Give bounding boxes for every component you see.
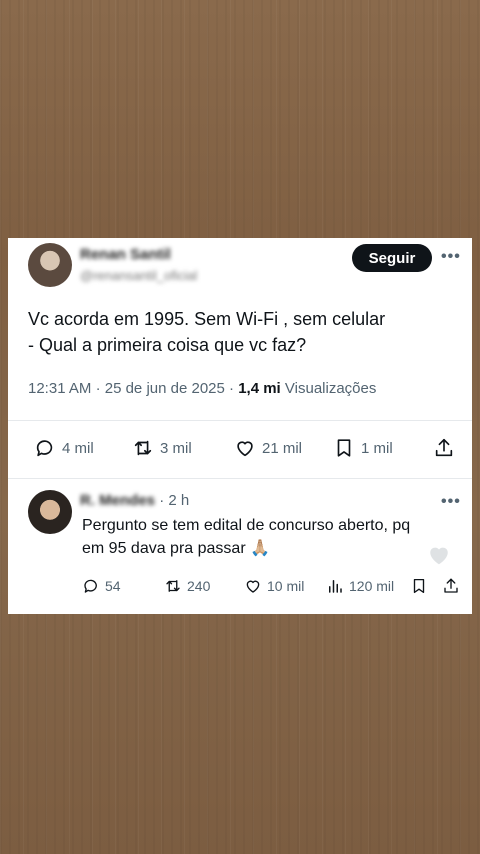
tweet-text-line-1: Vc acorda em 1995. Sem Wi-Fi , sem celul… [28,309,386,329]
divider [8,420,472,421]
repost-icon [134,440,152,456]
reply-text-line-1: Pergunto se tem edital de concurso abert… [82,517,411,534]
author-avatar[interactable] [28,243,72,287]
tweet-text-line-2: - Qual a primeira coisa que vc faz? [28,335,307,355]
tweet-actions: 4 mil 3 mil 21 mil 1 mil [8,437,472,463]
reply-like-count: 10 mil [267,578,305,594]
repost-count: 3 mil [160,439,192,457]
bookmark-button[interactable]: 1 mil [333,437,393,459]
reply-text-line-2: em 95 dava pra passar 🙏🏼 [82,540,271,557]
divider [8,478,472,479]
reply-icon [84,579,97,593]
reply-icon [36,440,53,457]
repost-icon [166,580,180,592]
tweet-date[interactable]: 25 de jun de 2025 [105,380,225,397]
reply-repost-count: 240 [187,578,211,594]
reply-bookmark-button[interactable] [410,577,428,595]
bookmark-count: 1 mil [361,439,393,457]
bookmark-icon [337,439,351,457]
views-label: Visualizações [284,380,377,397]
reply-like-button[interactable]: 10 mil [244,577,304,595]
like-button[interactable]: 21 mil [234,437,302,459]
bookmark-icon [413,578,425,594]
like-count: 21 mil [262,439,303,457]
views-icon [329,580,342,593]
share-button[interactable] [433,437,455,459]
tweet-card: Renan Santil @renansantil_oficial Seguir… [8,238,472,614]
views-count: 1,4 mi [238,380,281,397]
more-icon[interactable]: ••• [441,493,461,511]
tweet-meta: 12:31 AM · 25 de jun de 2025 · 1,4 mi Vi… [28,380,377,397]
heart-watermark-icon [430,547,448,565]
reply-views-count: 120 mil [349,578,395,594]
more-icon[interactable]: ••• [441,248,461,266]
author-handle[interactable]: @renansantil_oficial [80,268,197,283]
reply-actions: 54 240 10 mil 120 mil [8,577,472,599]
like-icon [246,580,260,593]
reply-text: Pergunto se tem edital de concurso abert… [82,514,442,560]
tweet-time[interactable]: 12:31 AM [28,380,91,397]
share-icon [444,578,458,593]
reply-reply-count: 54 [105,578,121,594]
reply-button[interactable]: 4 mil [34,437,94,459]
repost-button[interactable]: 3 mil [132,437,192,459]
tweet-text: Vc acorda em 1995. Sem Wi-Fi , sem celul… [28,306,448,358]
reply-share-button[interactable] [442,577,460,595]
reply-author-name[interactable]: R. Mendes [80,492,155,509]
reply-time[interactable]: 2 h [168,492,189,509]
reply-count: 4 mil [62,439,94,457]
reply-avatar[interactable] [28,490,72,534]
reply-header: R. Mendes · 2 h [80,492,190,509]
like-icon [237,441,253,457]
reply-repost-button[interactable]: 240 [164,577,210,595]
share-icon [435,438,453,457]
reply-reply-button[interactable]: 54 [82,577,121,595]
follow-button[interactable]: Seguir [352,244,432,272]
reply-views-button[interactable]: 120 mil [326,577,394,595]
author-name[interactable]: Renan Santil [80,246,171,263]
